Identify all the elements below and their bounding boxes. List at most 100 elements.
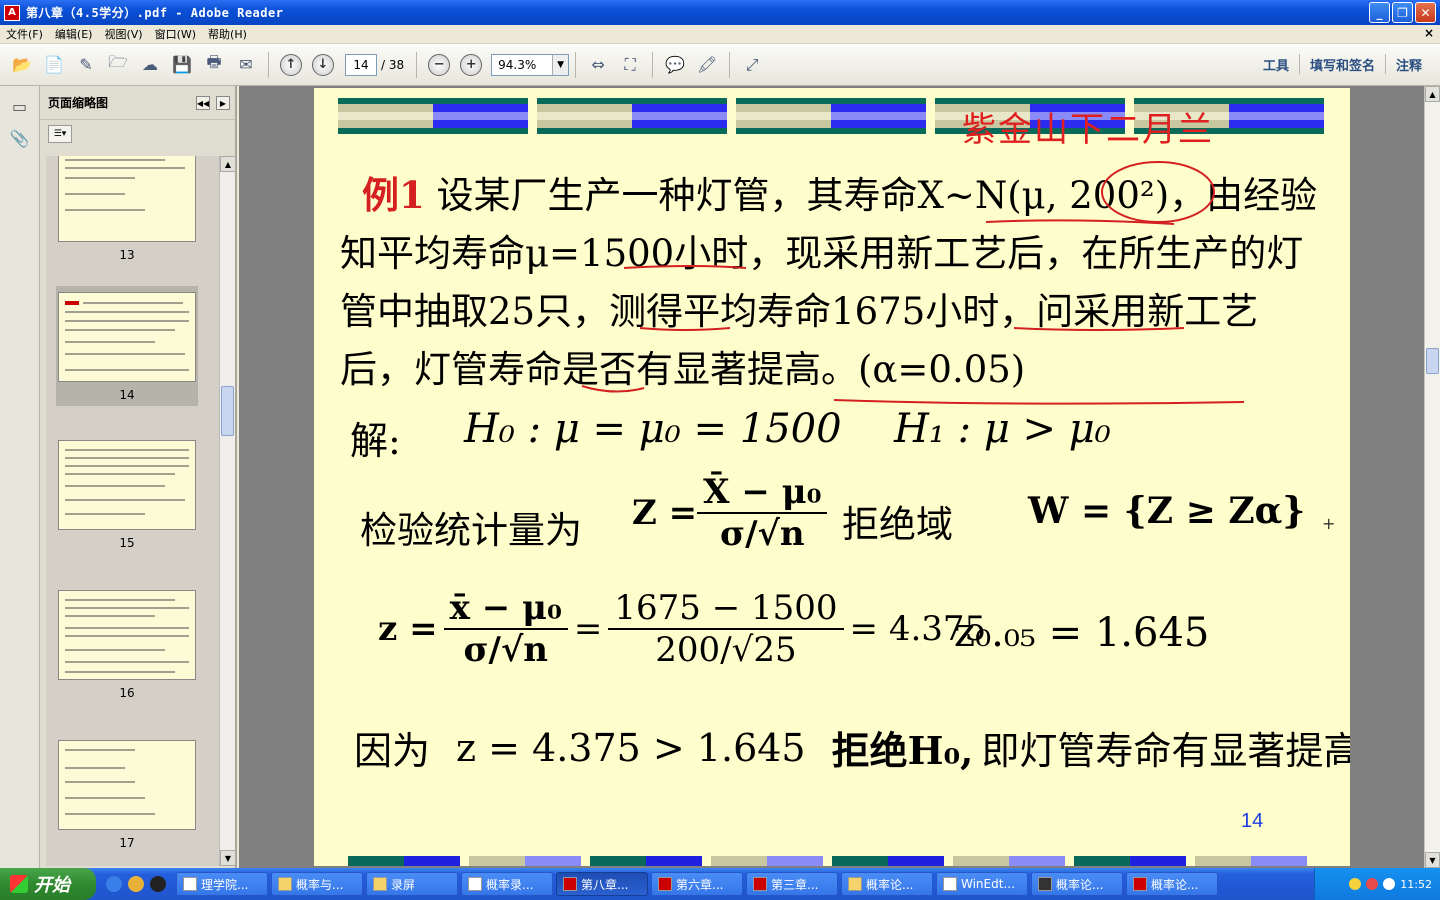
fullscreen-icon[interactable]: ⤢ bbox=[739, 52, 765, 78]
fit-page-icon[interactable]: ⛶ bbox=[617, 52, 643, 78]
expand-right-icon[interactable]: ▶ bbox=[216, 96, 230, 110]
volume-icon[interactable] bbox=[1383, 878, 1396, 890]
thumbnail-panel: 页面缩略图 ◀◀ ▶ ☰▾ 13 14 15 16 17 ▲ ▼ bbox=[40, 86, 237, 868]
menu-view[interactable]: 视图(V) bbox=[98, 26, 148, 42]
attachments-icon[interactable]: 📎 bbox=[8, 126, 32, 150]
scroll-up-icon[interactable]: ▲ bbox=[1425, 86, 1440, 102]
ie-icon[interactable] bbox=[106, 876, 122, 892]
toolbar-separator bbox=[416, 51, 418, 78]
comment-icon[interactable]: 💬 bbox=[662, 52, 688, 78]
save-icon[interactable]: 💾 bbox=[169, 52, 195, 78]
menu-edit[interactable]: 编辑(E) bbox=[49, 26, 99, 42]
menu-file[interactable]: 文件(F) bbox=[0, 26, 49, 42]
footer-band bbox=[348, 856, 460, 866]
thumbnail-panel-header: 页面缩略图 ◀◀ ▶ bbox=[40, 86, 235, 120]
taskbar-item[interactable]: WinEdt... bbox=[936, 872, 1028, 896]
start-button[interactable]: 开始 bbox=[0, 868, 96, 900]
fill-sign-link[interactable]: 填写和签名 bbox=[1300, 55, 1385, 74]
menu-help[interactable]: 帮助(H) bbox=[202, 26, 253, 42]
zoom-value: 94.3% bbox=[498, 57, 537, 72]
page-total: / 38 bbox=[381, 57, 405, 72]
print-icon[interactable]: 🖶 bbox=[201, 52, 227, 78]
footer-band bbox=[832, 856, 944, 866]
scrollbar-thumb[interactable] bbox=[221, 386, 234, 436]
tray-icon[interactable] bbox=[1349, 878, 1362, 890]
options-menu-icon[interactable]: ☰▾ bbox=[48, 125, 72, 143]
edit-icon[interactable]: ✎ bbox=[73, 52, 99, 78]
thumbnail-number: 17 bbox=[119, 836, 135, 850]
thumbnail-page[interactable]: 17 bbox=[56, 740, 198, 850]
underline-annotation bbox=[639, 327, 731, 331]
thumbnail-options: ☰▾ bbox=[40, 120, 235, 148]
underline-annotation bbox=[581, 385, 645, 393]
thumbnail-number: 15 bbox=[119, 536, 135, 550]
footer-band bbox=[1195, 856, 1307, 866]
taskbar-item[interactable]: 概率论... bbox=[1126, 872, 1218, 896]
taskbar-item[interactable]: 概率录... bbox=[461, 872, 553, 896]
taskbar-item[interactable]: 概率论... bbox=[841, 872, 933, 896]
zoom-in-button[interactable]: + bbox=[460, 53, 483, 76]
scroll-down-icon[interactable]: ▼ bbox=[1425, 852, 1440, 868]
next-page-button[interactable]: ↓ bbox=[312, 53, 334, 76]
footer-band bbox=[469, 856, 581, 866]
taskbar-item-active[interactable]: 第八章... bbox=[556, 872, 648, 896]
chevron-down-icon[interactable]: ▼ bbox=[552, 54, 569, 75]
taskbar-item[interactable]: 理学院... bbox=[176, 872, 268, 896]
scroll-down-icon[interactable]: ▼ bbox=[220, 850, 236, 866]
thumbnail-page[interactable]: 16 bbox=[56, 590, 198, 700]
pdf-page: 紫金山下二月兰 例1 设某厂生产一种灯管，其寿命X~N(μ, 200²)，由经验… bbox=[314, 88, 1350, 866]
thumbnail-panel-title: 页面缩略图 bbox=[48, 96, 109, 110]
document-close-icon[interactable]: × bbox=[1424, 26, 1434, 40]
scroll-up-icon[interactable]: ▲ bbox=[220, 156, 236, 172]
folder-icon[interactable]: 🗁 bbox=[105, 52, 131, 78]
minimize-button[interactable]: _ bbox=[1369, 2, 1390, 23]
menu-bar: 文件(F) 编辑(E) 视图(V) 窗口(W) 帮助(H) × bbox=[0, 25, 1440, 44]
restore-button[interactable]: ❐ bbox=[1392, 2, 1413, 23]
document-scrollbar[interactable]: ▲ ▼ bbox=[1424, 86, 1440, 868]
thumbnail-number: 16 bbox=[119, 686, 135, 700]
footer-band bbox=[1074, 856, 1186, 866]
thumbnail-page[interactable]: 15 bbox=[56, 440, 198, 550]
zoom-select[interactable]: 94.3% ▼ bbox=[491, 53, 570, 76]
open-icon[interactable]: 📂 bbox=[9, 52, 35, 78]
page-thumbnails-icon[interactable]: ▭ bbox=[8, 94, 32, 118]
previous-page-button[interactable]: ↑ bbox=[280, 53, 302, 76]
clock: 11:52 bbox=[1400, 877, 1432, 891]
thumbnail-number: 13 bbox=[119, 248, 135, 262]
zoom-out-button[interactable]: − bbox=[428, 53, 451, 76]
qq-icon[interactable] bbox=[150, 876, 166, 892]
tools-link[interactable]: 工具 bbox=[1253, 55, 1299, 74]
menu-window[interactable]: 窗口(W) bbox=[149, 26, 202, 42]
quick-launch bbox=[96, 876, 176, 892]
taskbar-item[interactable]: 第六章... bbox=[651, 872, 743, 896]
chrome-icon[interactable] bbox=[128, 876, 144, 892]
comment-link[interactable]: 注释 bbox=[1386, 55, 1432, 74]
footer-band bbox=[590, 856, 702, 866]
highlight-icon[interactable]: 🖍 bbox=[694, 52, 720, 78]
close-button[interactable]: ✕ bbox=[1415, 2, 1436, 23]
collapse-left-icon[interactable]: ◀◀ bbox=[196, 96, 210, 110]
page-number-input[interactable]: 14 bbox=[345, 53, 377, 76]
scrollbar-thumb[interactable] bbox=[1426, 348, 1439, 374]
thumbnail-page[interactable]: 13 bbox=[56, 156, 198, 262]
underline-annotation bbox=[1013, 327, 1185, 331]
thumbnail-page-selected[interactable]: 14 bbox=[56, 286, 198, 406]
windows-flag-icon bbox=[10, 875, 28, 893]
taskbar-item[interactable]: 第三章... bbox=[746, 872, 838, 896]
email-icon[interactable]: ✉ bbox=[233, 52, 259, 78]
window-controls: _ ❐ ✕ bbox=[1369, 2, 1436, 23]
taskbar: 开始 理学院... 概率与... 录屏 概率录... 第八章... 第六章...… bbox=[0, 868, 1440, 900]
taskbar-item[interactable]: 概率论... bbox=[1031, 872, 1123, 896]
upload-icon[interactable]: ☁ bbox=[137, 52, 163, 78]
thumbnail-image bbox=[58, 156, 196, 242]
system-tray: 11:52 bbox=[1314, 868, 1440, 900]
thumbnail-list: 13 14 15 16 17 bbox=[46, 156, 222, 866]
toolbar: 📂 📄 ✎ 🗁 ☁ 💾 🖶 ✉ ↑ ↓ 14 / 38 − + 94.3% ▼ … bbox=[0, 44, 1440, 86]
fit-width-icon[interactable]: ⇔ bbox=[585, 52, 611, 78]
tray-icon[interactable] bbox=[1366, 878, 1379, 890]
document-view[interactable]: 紫金山下二月兰 例1 设某厂生产一种灯管，其寿命X~N(μ, 200²)，由经验… bbox=[239, 86, 1424, 868]
thumbnail-scrollbar[interactable]: ▲ ▼ bbox=[219, 156, 236, 866]
taskbar-item[interactable]: 概率与... bbox=[271, 872, 363, 896]
taskbar-item[interactable]: 录屏 bbox=[366, 872, 458, 896]
create-pdf-icon[interactable]: 📄 bbox=[41, 52, 67, 78]
